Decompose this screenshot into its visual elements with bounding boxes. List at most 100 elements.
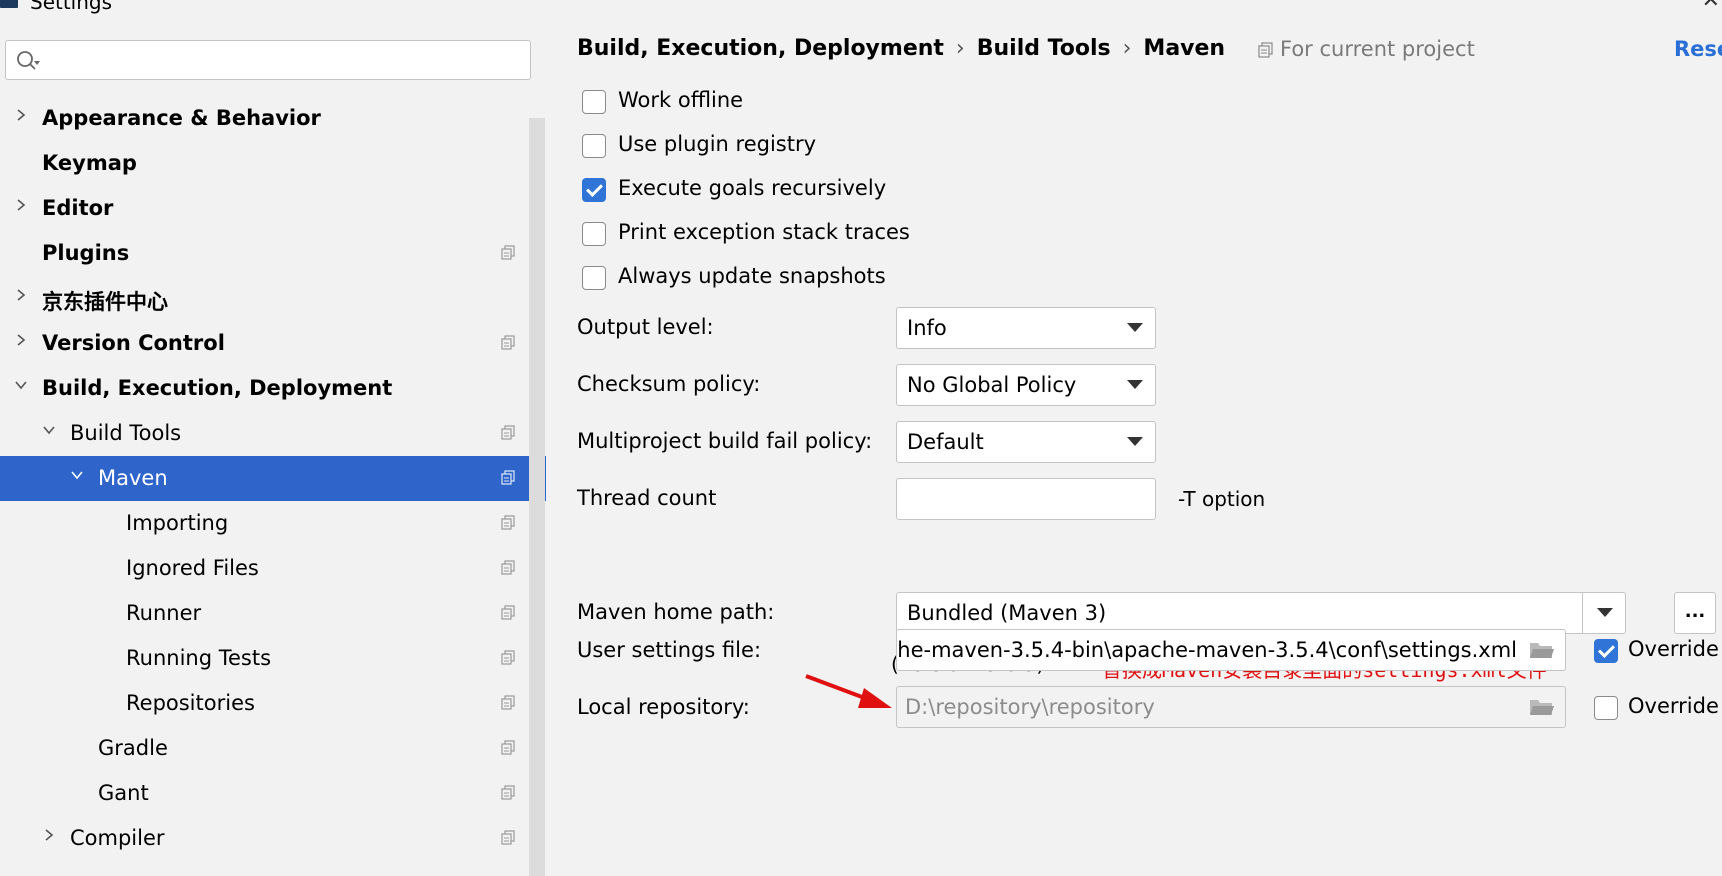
always-update-snapshots-checkbox[interactable] <box>582 266 606 290</box>
search-icon <box>17 51 40 70</box>
local-repository-override-label: Override <box>1628 694 1719 718</box>
chevron-right-icon[interactable] <box>14 333 28 347</box>
sidebar-item[interactable]: Gant <box>0 771 546 816</box>
project-scope-icon <box>501 515 515 530</box>
sidebar-item-label: Keymap <box>42 151 137 175</box>
print-exception-stack-traces-checkbox[interactable] <box>582 222 606 246</box>
sidebar-item-label: Version Control <box>42 331 225 355</box>
always-update-snapshots-label: Always update snapshots <box>618 264 886 288</box>
breadcrumb: Build, Execution, Deployment › Build Tools… <box>577 36 1225 61</box>
multiproject-fail-policy-select[interactable]: Default <box>896 421 1156 463</box>
reset-link[interactable]: Rese <box>1674 37 1722 61</box>
sidebar-item[interactable]: Keymap <box>0 141 546 186</box>
sidebar-item[interactable]: Plugins <box>0 231 546 276</box>
project-scope-icon <box>501 560 515 575</box>
sidebar-item[interactable]: Build Tools <box>0 411 546 456</box>
sidebar-item-label: Appearance & Behavior <box>42 106 321 130</box>
user-settings-input[interactable]: :he-maven-3.5.4-bin\apache-maven-3.5.4\c… <box>896 629 1566 671</box>
breadcrumb-separator: › <box>1122 36 1132 61</box>
project-scope-icon <box>501 335 515 350</box>
sidebar-item[interactable]: Importing <box>0 501 546 546</box>
local-repository-label: Local repository: <box>577 695 750 719</box>
output-level-value: Info <box>907 316 947 340</box>
user-settings-value: :he-maven-3.5.4-bin\apache-maven-3.5.4\c… <box>896 638 1517 662</box>
print-exception-stack-traces-label: Print exception stack traces <box>618 220 910 244</box>
sidebar-item[interactable]: Ignored Files <box>0 546 546 591</box>
user-settings-override-label: Override <box>1628 637 1719 661</box>
thread-count-input[interactable] <box>896 478 1156 520</box>
settings-tree: Appearance & Behavior Keymap Editor Plugins… <box>0 96 546 861</box>
thread-count-hint: -T option <box>1178 487 1266 511</box>
use-plugin-registry-label: Use plugin registry <box>618 132 817 156</box>
sidebar-item[interactable]: Compiler <box>0 816 546 861</box>
project-scope-icon <box>1258 42 1273 58</box>
maven-home-combo[interactable]: Bundled (Maven 3) <box>896 592 1626 634</box>
sidebar-item-label: Maven <box>98 466 168 490</box>
app-icon <box>0 0 18 8</box>
sidebar-item-label: Editor <box>42 196 114 220</box>
chevron-down-icon[interactable] <box>42 423 56 437</box>
browse-maven-home-button[interactable]: ... <box>1674 592 1716 634</box>
use-plugin-registry-checkbox[interactable] <box>582 134 606 158</box>
sidebar-item-label: Compiler <box>70 826 165 850</box>
sidebar-item[interactable]: Gradle <box>0 726 546 771</box>
search-field[interactable] <box>5 40 531 80</box>
multiproject-fail-policy-label: Multiproject build fail policy: <box>577 429 873 453</box>
search-input[interactable] <box>50 47 524 75</box>
output-level-select[interactable]: Info <box>896 307 1156 349</box>
sidebar-item-label: Runner <box>126 601 202 625</box>
local-repository-override-checkbox[interactable] <box>1594 696 1618 720</box>
breadcrumb-separator: › <box>955 36 965 61</box>
sidebar-item[interactable]: Version Control <box>0 321 546 366</box>
title-bar: Settings ✕ <box>0 0 1722 20</box>
dropdown-arrow-icon <box>1127 380 1143 389</box>
sidebar-item-label: Ignored Files <box>126 556 259 580</box>
sidebar-item[interactable]: Build, Execution, Deployment <box>0 366 546 411</box>
chevron-right-icon[interactable] <box>42 828 56 842</box>
chevron-down-icon[interactable] <box>14 378 28 392</box>
multiproject-fail-policy-value: Default <box>907 430 984 454</box>
output-level-label: Output level: <box>577 315 714 339</box>
maven-home-label: Maven home path: <box>577 600 775 624</box>
sidebar-item[interactable]: Running Tests <box>0 636 546 681</box>
close-icon[interactable]: ✕ <box>1702 0 1720 13</box>
sidebar-item[interactable]: Maven <box>0 456 546 501</box>
local-repository-value: D:\repository\repository <box>905 695 1155 719</box>
work-offline-checkbox[interactable] <box>582 90 606 114</box>
sidebar-item-label: Build Tools <box>70 421 182 445</box>
chevron-right-icon[interactable] <box>14 288 28 302</box>
settings-content: Build, Execution, Deployment › Build Tools… <box>546 20 1722 856</box>
project-scope-icon <box>501 695 515 710</box>
checksum-policy-label: Checksum policy: <box>577 372 761 396</box>
sidebar-item[interactable]: Repositories <box>0 681 546 726</box>
scope-label: For current project <box>1280 37 1475 61</box>
project-scope-icon <box>501 470 515 485</box>
settings-sidebar: Appearance & Behavior Keymap Editor Plugins… <box>0 20 546 876</box>
sidebar-item-label: Plugins <box>42 241 130 265</box>
scope-indicator: For current project <box>1258 37 1475 61</box>
sidebar-item[interactable]: Runner <box>0 591 546 636</box>
chevron-down-icon[interactable] <box>70 468 84 482</box>
combo-divider <box>1582 593 1583 633</box>
dropdown-arrow-icon[interactable] <box>1597 608 1613 617</box>
chevron-right-icon[interactable] <box>14 108 28 122</box>
execute-goals-recursively-checkbox[interactable] <box>582 178 606 202</box>
sidebar-item-label: Gradle <box>98 736 168 760</box>
folder-icon[interactable] <box>1529 640 1555 660</box>
breadcrumb-item: Build, Execution, Deployment <box>577 36 944 61</box>
project-scope-icon <box>501 425 515 440</box>
chevron-right-icon[interactable] <box>14 198 28 212</box>
sidebar-item-label: Running Tests <box>126 646 272 670</box>
sidebar-scrollbar[interactable] <box>529 118 545 876</box>
sidebar-item[interactable]: Editor <box>0 186 546 231</box>
project-scope-icon <box>501 650 515 665</box>
project-scope-icon <box>501 605 515 620</box>
sidebar-item[interactable]: 京东插件中心 <box>0 276 546 321</box>
folder-icon <box>1530 700 1554 715</box>
checksum-policy-select[interactable]: No Global Policy <box>896 364 1156 406</box>
sidebar-item[interactable]: Appearance & Behavior <box>0 96 546 141</box>
user-settings-override-checkbox[interactable] <box>1594 639 1618 663</box>
breadcrumb-item: Maven <box>1143 36 1226 61</box>
dropdown-arrow-icon <box>1127 323 1143 332</box>
project-scope-icon <box>501 785 515 800</box>
